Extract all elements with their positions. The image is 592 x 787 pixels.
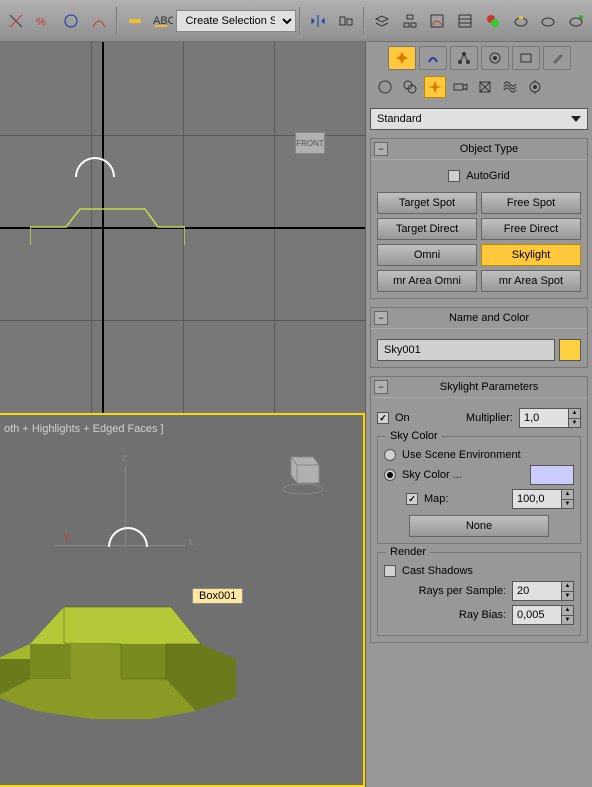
helpers-icon[interactable] bbox=[474, 76, 496, 98]
modify-tab-icon[interactable] bbox=[419, 46, 447, 70]
render-legend: Render bbox=[386, 546, 430, 558]
render-setup-icon[interactable] bbox=[508, 8, 534, 34]
cast-shadows-label: Cast Shadows bbox=[402, 565, 473, 577]
map-spinner[interactable] bbox=[512, 489, 562, 509]
rollout-toggle-icon[interactable]: − bbox=[374, 142, 388, 156]
type-btn-target-direct[interactable]: Target Direct bbox=[377, 218, 477, 240]
map-none-button[interactable]: None bbox=[409, 515, 549, 537]
type-btn-free-spot[interactable]: Free Spot bbox=[481, 192, 581, 214]
sky-color-label: Sky Color ... bbox=[402, 469, 462, 481]
spinner-arrows[interactable]: ▲▼ bbox=[562, 605, 574, 625]
autogrid-checkbox[interactable] bbox=[448, 170, 460, 182]
viewports-area: FRONT oth + Highlights + Edged Faces ] Y bbox=[0, 42, 365, 787]
subcategory-dropdown[interactable]: Standard bbox=[370, 108, 588, 130]
dope-sheet-icon[interactable] bbox=[452, 8, 478, 34]
schematic-icon[interactable] bbox=[397, 8, 423, 34]
layers-icon[interactable] bbox=[369, 8, 395, 34]
selection-set-dropdown[interactable]: Create Selection Se bbox=[176, 10, 296, 32]
skycolor-legend: Sky Color bbox=[386, 430, 442, 442]
lights-icon[interactable] bbox=[424, 76, 446, 98]
viewcube-icon[interactable] bbox=[279, 449, 325, 495]
rollout-toggle-icon[interactable]: − bbox=[374, 311, 388, 325]
create-tab-icon[interactable] bbox=[388, 46, 416, 70]
cameras-icon[interactable] bbox=[449, 76, 471, 98]
render-frame-icon[interactable] bbox=[535, 8, 561, 34]
viewport-shading-label: oth + Highlights + Edged Faces ] bbox=[4, 423, 164, 435]
display-tab-icon[interactable] bbox=[512, 46, 540, 70]
cast-shadows-checkbox[interactable] bbox=[384, 565, 396, 577]
spacewarps-icon[interactable] bbox=[499, 76, 521, 98]
command-panel: Standard − Object Type AutoGrid Target S… bbox=[365, 42, 592, 787]
use-scene-env-label: Use Scene Environment bbox=[402, 449, 521, 461]
percent-icon[interactable]: % bbox=[31, 8, 57, 34]
skylight-gizmo-icon[interactable] bbox=[108, 527, 148, 547]
object-color-swatch[interactable] bbox=[559, 339, 581, 361]
box-mesh[interactable] bbox=[0, 589, 256, 725]
type-btn-mr-area-omni[interactable]: mr Area Omni bbox=[377, 270, 477, 292]
name-color-rollout-header[interactable]: − Name and Color bbox=[371, 308, 587, 329]
object-type-rollout-header[interactable]: − Object Type bbox=[371, 139, 587, 160]
map-label: Map: bbox=[424, 493, 448, 505]
autogrid-label: AutoGrid bbox=[466, 170, 509, 182]
type-btn-omni[interactable]: Omni bbox=[377, 244, 477, 266]
object-name-input[interactable] bbox=[377, 339, 555, 361]
viewport-front[interactable]: FRONT bbox=[0, 42, 365, 413]
on-checkbox[interactable] bbox=[377, 412, 389, 424]
type-btn-free-direct[interactable]: Free Direct bbox=[481, 218, 581, 240]
use-scene-env-radio[interactable] bbox=[384, 449, 396, 461]
separator bbox=[363, 7, 365, 35]
separator bbox=[299, 7, 301, 35]
svg-text:%: % bbox=[36, 16, 46, 28]
separator bbox=[116, 7, 118, 35]
object-tooltip: Box001 bbox=[192, 588, 243, 604]
on-label: On bbox=[395, 412, 410, 424]
rollout-toggle-icon[interactable]: − bbox=[374, 380, 388, 394]
rays-label: Rays per Sample: bbox=[384, 585, 506, 597]
type-btn-target-spot[interactable]: Target Spot bbox=[377, 192, 477, 214]
type-btn-skylight[interactable]: Skylight bbox=[481, 244, 581, 266]
sky-color-swatch[interactable] bbox=[530, 465, 574, 485]
snap-arc-icon[interactable] bbox=[86, 8, 112, 34]
shapes-icon[interactable] bbox=[399, 76, 421, 98]
chevron-down-icon bbox=[571, 116, 581, 122]
hierarchy-tab-icon[interactable] bbox=[450, 46, 478, 70]
spinner-arrows[interactable]: ▲▼ bbox=[562, 489, 574, 509]
skylight-gizmo-icon[interactable] bbox=[75, 157, 115, 177]
material-editor-icon[interactable] bbox=[480, 8, 506, 34]
named-sel-icon[interactable]: ABC bbox=[150, 8, 176, 34]
type-btn-mr-area-spot[interactable]: mr Area Spot bbox=[481, 270, 581, 292]
viewport-perspective[interactable]: oth + Highlights + Edged Faces ] Y bbox=[0, 413, 365, 787]
mirror-icon[interactable] bbox=[305, 8, 331, 34]
multiplier-spinner[interactable] bbox=[519, 408, 569, 428]
multiplier-label: Multiplier: bbox=[416, 412, 513, 424]
rays-spinner[interactable] bbox=[512, 581, 562, 601]
curve-editor-icon[interactable] bbox=[424, 8, 450, 34]
bias-spinner[interactable] bbox=[512, 605, 562, 625]
motion-tab-icon[interactable] bbox=[481, 46, 509, 70]
viewcube-front[interactable]: FRONT bbox=[295, 132, 325, 154]
utilities-tab-icon[interactable] bbox=[543, 46, 571, 70]
skylight-params-rollout-header[interactable]: − Skylight Parameters bbox=[371, 377, 587, 398]
snap-rotate-icon[interactable] bbox=[59, 8, 85, 34]
sky-color-radio[interactable] bbox=[384, 469, 396, 481]
map-checkbox[interactable] bbox=[406, 493, 418, 505]
spinner-arrows[interactable]: ▲▼ bbox=[569, 408, 581, 428]
render-icon[interactable] bbox=[563, 8, 589, 34]
align-icon[interactable] bbox=[333, 8, 359, 34]
wireframe-box[interactable] bbox=[30, 207, 185, 245]
bias-label: Ray Bias: bbox=[384, 609, 506, 621]
spinner-arrows[interactable]: ▲▼ bbox=[562, 581, 574, 601]
geometry-icon[interactable] bbox=[374, 76, 396, 98]
key-icon[interactable] bbox=[122, 8, 148, 34]
tool-icon[interactable] bbox=[3, 8, 29, 34]
main-toolbar: % ABC Create Selection Se bbox=[0, 0, 592, 42]
systems-icon[interactable] bbox=[524, 76, 546, 98]
